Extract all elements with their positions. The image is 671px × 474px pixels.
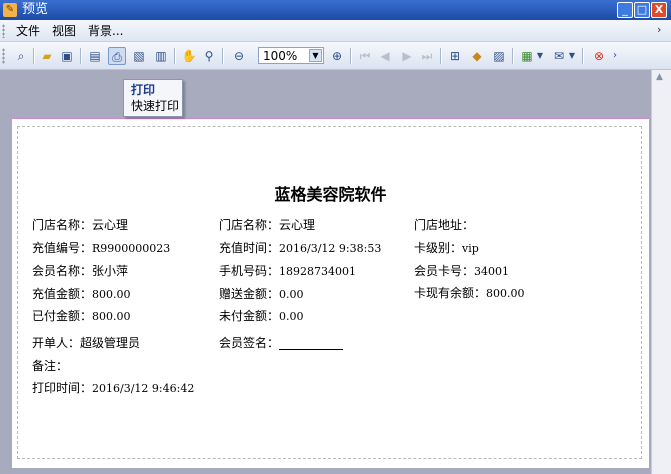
magnifier-icon[interactable]: ⚲: [200, 47, 218, 65]
menu-view[interactable]: 视图: [52, 23, 76, 39]
field-card-number: 会员卡号：34001: [414, 264, 510, 278]
field-member-name: 会员名称：张小萍: [32, 264, 129, 278]
menu-item-quick-print[interactable]: 快速打印: [131, 99, 179, 114]
print-icon[interactable]: ⎙: [108, 47, 126, 65]
multi-page-icon[interactable]: ⊞: [446, 47, 464, 65]
close-button[interactable]: X: [651, 2, 667, 18]
print-preview-icon[interactable]: ▧: [130, 47, 148, 65]
signature-line: [279, 349, 344, 350]
open-folder-icon[interactable]: ▰: [38, 47, 56, 65]
document-title: 蓝格美容院软件: [274, 185, 387, 204]
zoom-value: 100%: [263, 49, 298, 63]
field-print-time: 打印时间：2016/3/12 9:46:42: [32, 381, 195, 395]
document-page: 蓝格美容院软件 门店名称：云心理 充值编号：R9900000023 会员名称：张…: [12, 118, 649, 468]
field-bonus-amount: 赠送金额：0.00: [219, 287, 304, 301]
chevron-down-icon[interactable]: ▼: [567, 47, 577, 65]
toolbar-separator: [512, 48, 514, 64]
field-remark: 备注：: [32, 359, 69, 373]
field-recharge-amount: 充值金额：800.00: [32, 287, 131, 301]
menu-file[interactable]: 文件: [16, 23, 40, 39]
field-member-signature: 会员签名：: [219, 336, 344, 351]
exit-icon[interactable]: ⊗: [590, 47, 608, 65]
field-card-level: 卡级别：vip: [414, 241, 479, 255]
hand-tool-icon[interactable]: ✋: [180, 47, 198, 65]
zoom-out-icon[interactable]: ⊖: [230, 47, 248, 65]
email-icon[interactable]: ✉: [550, 47, 568, 65]
menu-bar: 文件 视图 背景... ›: [0, 20, 671, 42]
field-recharge-no: 充值编号：R9900000023: [32, 241, 171, 255]
export-icon[interactable]: ▥: [152, 47, 170, 65]
toolbar-separator: [222, 48, 224, 64]
toolbar: ⌕ ▰ ▣ ▤ ⎙ ▧ ▥ ✋ ⚲ ⊖ 100% ▼ ⊕ ⏮ ◀ ▶ ⏭ ⊞ ◆…: [0, 42, 671, 70]
menubar-grip-icon[interactable]: [2, 24, 5, 38]
save-icon[interactable]: ▣: [58, 47, 76, 65]
first-page-icon[interactable]: ⏮: [356, 47, 374, 65]
field-operator: 开单人：超级管理员: [32, 336, 141, 350]
field-card-balance: 卡现有余额：800.00: [414, 286, 525, 300]
title-bar: ✎ 预览 _ □ X: [0, 0, 671, 20]
print-dropdown-menu: 打印 快速打印: [123, 79, 183, 117]
menu-item-print[interactable]: 打印: [131, 83, 155, 98]
zoom-select[interactable]: 100% ▼: [258, 47, 324, 64]
export-document-icon[interactable]: ▦: [518, 47, 536, 65]
vertical-scrollbar[interactable]: ▲: [651, 70, 671, 474]
scroll-up-icon[interactable]: ▲: [656, 72, 663, 82]
chevron-down-icon[interactable]: ▼: [535, 47, 545, 65]
find-icon[interactable]: ⌕: [12, 47, 30, 65]
minimize-button[interactable]: _: [617, 2, 633, 18]
toolbar-separator: [80, 48, 82, 64]
field-paid-amount: 已付金额：800.00: [32, 309, 131, 323]
toolbar-grip-icon[interactable]: [2, 48, 5, 64]
field-phone: 手机号码：18928734001: [219, 264, 356, 278]
app-icon: ✎: [3, 3, 17, 17]
toolbar-separator: [33, 48, 35, 64]
watermark-icon[interactable]: ▨: [490, 47, 508, 65]
field-store-address: 门店地址：: [414, 218, 475, 232]
maximize-button[interactable]: □: [634, 2, 650, 18]
chevron-down-icon[interactable]: ▼: [309, 49, 322, 62]
window-title: 预览: [22, 2, 49, 17]
chevron-right-icon[interactable]: ›: [657, 23, 661, 36]
field-recharge-time: 充值时间：2016/3/12 9:38:53: [219, 241, 382, 255]
color-icon[interactable]: ◆: [468, 47, 486, 65]
field-store-name-2: 门店名称：云心理: [219, 218, 316, 232]
last-page-icon[interactable]: ⏭: [418, 47, 436, 65]
page-setup-icon[interactable]: ▤: [86, 47, 104, 65]
toolbar-separator: [350, 48, 352, 64]
previous-page-icon[interactable]: ◀: [376, 47, 394, 65]
toolbar-separator: [440, 48, 442, 64]
field-store-name: 门店名称：云心理: [32, 218, 129, 232]
menu-background[interactable]: 背景...: [88, 23, 123, 39]
zoom-in-icon[interactable]: ⊕: [328, 47, 346, 65]
chevron-right-icon[interactable]: ›: [610, 47, 620, 65]
next-page-icon[interactable]: ▶: [398, 47, 416, 65]
toolbar-separator: [582, 48, 584, 64]
field-unpaid-amount: 未付金额：0.00: [219, 309, 304, 323]
toolbar-separator: [174, 48, 176, 64]
